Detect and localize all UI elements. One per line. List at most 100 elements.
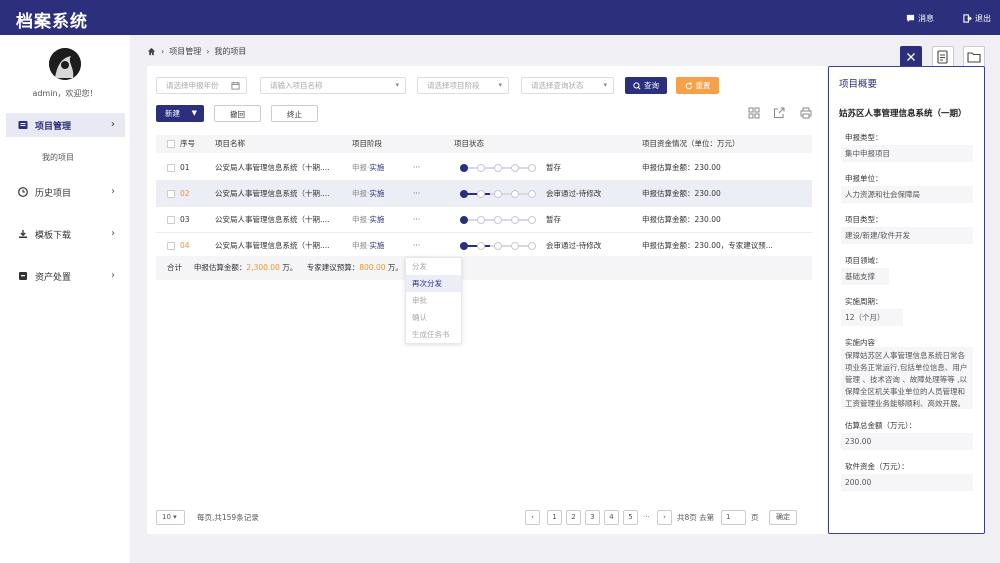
more-button[interactable]: ···	[413, 181, 420, 207]
field-label-declare-unit: 申报单位：	[845, 174, 883, 183]
menu-item-approve[interactable]: 审批	[406, 292, 461, 309]
table-row[interactable]: 03 公安局人事管理信息系统（十期.... 申报·实施 ··· 暂存 申报估算金…	[156, 207, 812, 233]
menu-item-confirm[interactable]: 确认	[406, 309, 461, 326]
edit-document-button[interactable]	[932, 46, 954, 68]
chevron-right-icon: ›	[111, 270, 115, 281]
page-unit: 页	[751, 513, 759, 522]
terminate-button[interactable]: 终止	[271, 105, 318, 122]
field-label-period: 实施周期：	[845, 297, 883, 306]
next-page-button[interactable]: ›	[657, 510, 672, 525]
messages-button[interactable]: 消息	[906, 13, 934, 24]
row-status: 会审通过-待修改	[546, 189, 602, 198]
name-placeholder: 请输入项目名称	[270, 81, 323, 90]
page-button-5[interactable]: 5	[623, 510, 638, 525]
folder-button[interactable]	[963, 46, 985, 68]
progress-step	[477, 216, 485, 224]
page-button-3[interactable]: 3	[585, 510, 600, 525]
field-value-project-domain: 基础支撑	[841, 268, 889, 285]
folder-icon	[18, 121, 28, 129]
breadcrumb-separator: ›	[206, 47, 210, 56]
select-all-checkbox[interactable]	[167, 140, 175, 148]
withdraw-button[interactable]: 撤回	[214, 105, 261, 122]
progress-step	[477, 190, 485, 198]
stage-select[interactable]: 请选择项目阶段 ▾	[417, 77, 509, 94]
welcome-text: admin，欢迎您！	[32, 89, 98, 98]
row-checkbox[interactable]	[167, 190, 175, 198]
page-button-2[interactable]: 2	[566, 510, 581, 525]
field-value-declare-unit: 人力资源和社会保障局	[841, 186, 973, 203]
logout-button[interactable]: 退出	[963, 13, 991, 24]
total-estimate-unit: 万。	[282, 263, 298, 272]
menu-item-distribute[interactable]: 分发	[406, 258, 461, 275]
row-name[interactable]: 公安局人事管理信息系统（十期....	[215, 207, 330, 233]
field-label-declare-type: 申报类型：	[845, 133, 883, 142]
edit-document-icon	[937, 50, 948, 64]
sidebar-subitem-my-projects[interactable]: 我的项目	[42, 152, 74, 163]
progress-step	[511, 242, 519, 250]
row-checkbox[interactable]	[167, 242, 175, 250]
field-label-software-fund: 软件资金（万元）：	[845, 462, 909, 471]
menu-item-redistribute[interactable]: 再次分发	[406, 275, 461, 292]
close-drawer-button[interactable]	[900, 46, 922, 68]
avatar[interactable]	[49, 48, 81, 80]
progress-step	[511, 164, 519, 172]
table-row[interactable]: 01 公安局人事管理信息系统（十期.... 申报·实施 ··· 暂存 申报估算金…	[156, 155, 812, 181]
page-button-4[interactable]: 4	[604, 510, 619, 525]
clock-icon	[18, 187, 28, 197]
status-progress	[458, 190, 538, 198]
query-button[interactable]: 查询	[625, 77, 667, 94]
stage-declare: 申报	[352, 189, 367, 198]
sidebar-item-label: 模板下载	[35, 230, 72, 241]
sidebar-item-label: 资产处置	[35, 272, 72, 283]
progress-step	[528, 216, 536, 224]
asset-icon	[19, 272, 27, 280]
menu-item-generate-task[interactable]: 生成任务书	[406, 326, 461, 343]
sidebar-item-template-download[interactable]: 模板下载 ›	[6, 222, 125, 246]
more-button[interactable]: ···	[413, 207, 420, 233]
prev-page-button[interactable]: ‹	[525, 510, 540, 525]
breadcrumb-project-management[interactable]: 项目管理	[169, 46, 201, 57]
status-select[interactable]: 请选择查询状态 ▾	[521, 77, 614, 94]
sidebar-item-project-management[interactable]: 项目管理 ›	[6, 113, 125, 137]
row-fund: 申报估算金额：230.00	[642, 215, 721, 224]
caret-down-icon: ▼	[191, 109, 197, 117]
logout-icon	[963, 14, 972, 23]
logout-label: 退出	[975, 14, 991, 23]
progress-step	[477, 242, 485, 250]
grid-view-icon[interactable]	[748, 107, 760, 119]
export-icon[interactable]	[773, 107, 785, 119]
new-button[interactable]: 新建 ▼	[156, 105, 204, 122]
row-checkbox[interactable]	[167, 216, 175, 224]
row-name[interactable]: 公安局人事管理信息系统（十期....	[215, 155, 330, 181]
year-placeholder: 请选择申报年份	[166, 81, 219, 90]
page-button-1[interactable]: 1	[547, 510, 562, 525]
page-size-select[interactable]: 10 ▾	[156, 510, 185, 525]
sidebar-item-label: 历史项目	[35, 188, 72, 199]
year-select[interactable]: 请选择申报年份	[156, 77, 247, 94]
table-row[interactable]: 02 公安局人事管理信息系统（十期.... 申报·实施 ··· 会审通过-待修改…	[156, 181, 812, 207]
breadcrumb-my-projects: 我的项目	[214, 47, 247, 56]
stage-implement: 实施	[369, 189, 385, 198]
drawer-title: 项目概要	[839, 79, 878, 90]
goto-page-input[interactable]: 1	[721, 510, 746, 525]
field-value-period: 12（个月）	[841, 309, 903, 326]
page-ellipsis: ···	[643, 513, 650, 521]
sidebar-item-history[interactable]: 历史项目 ›	[6, 180, 125, 204]
field-label-project-type: 项目类型：	[845, 215, 883, 224]
total-pages: 共8页	[677, 513, 697, 522]
caret-down-icon: ▾	[603, 81, 607, 89]
row-checkbox[interactable]	[167, 164, 175, 172]
sidebar-item-asset-disposal[interactable]: 资产处置 ›	[6, 264, 125, 288]
more-button[interactable]: ···	[413, 155, 420, 181]
chevron-right-icon: ›	[111, 186, 115, 197]
status-placeholder: 请选择查询状态	[531, 81, 584, 90]
goto-confirm-button[interactable]: 确定	[769, 510, 797, 525]
row-action-menu: 分发 再次分发 审批 确认 生成任务书	[405, 257, 462, 344]
row-stage: 申报·实施	[352, 189, 385, 198]
print-icon[interactable]	[800, 107, 812, 119]
reset-button[interactable]: 重置	[676, 77, 719, 94]
home-icon[interactable]	[147, 47, 156, 56]
project-name-input[interactable]: 请输入项目名称 ▾	[260, 77, 406, 94]
row-name[interactable]: 公安局人事管理信息系统（十期....	[215, 181, 330, 207]
caret-down-icon: ▾	[395, 81, 399, 89]
